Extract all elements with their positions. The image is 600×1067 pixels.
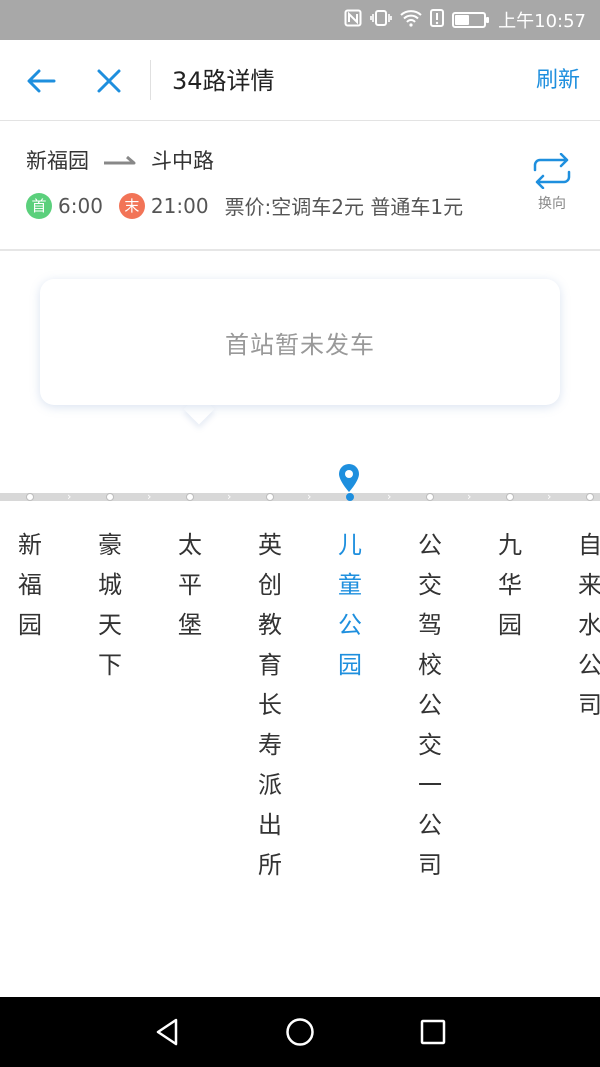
back-button[interactable] bbox=[22, 62, 60, 100]
bus-status-message: 首站暂未发车 bbox=[225, 330, 375, 359]
nfc-icon bbox=[344, 9, 362, 31]
battery-icon bbox=[452, 12, 490, 28]
direction-chevron-icon: › bbox=[147, 490, 152, 503]
stop-dot bbox=[186, 493, 194, 501]
wifi-icon bbox=[400, 9, 422, 31]
page-title: 34路详情 bbox=[172, 67, 275, 95]
route-origin: 新福园 bbox=[26, 149, 89, 173]
stop-dot bbox=[586, 493, 594, 501]
close-button[interactable] bbox=[90, 62, 128, 100]
system-back-button[interactable] bbox=[148, 1013, 186, 1051]
stop-dot bbox=[426, 493, 434, 501]
circle-home-icon bbox=[286, 1018, 314, 1046]
direction-chevron-icon: › bbox=[227, 490, 232, 503]
stop-dot bbox=[26, 493, 34, 501]
status-time: 上午10:57 bbox=[498, 11, 586, 32]
last-bus-badge: 末 bbox=[118, 192, 145, 219]
stop-name[interactable]: 公交驾校公交一公司 bbox=[415, 525, 445, 885]
route-destination: 斗中路 bbox=[151, 149, 214, 173]
vibrate-icon bbox=[370, 9, 392, 31]
stop-name[interactable]: 太平堡 bbox=[175, 525, 205, 645]
schedule-info: 首 6:00 末 21:00 票价:空调车2元 普通车1元 bbox=[26, 191, 463, 220]
direction-chevron-icon: › bbox=[387, 490, 392, 503]
close-icon bbox=[97, 69, 121, 93]
swap-direction-button[interactable]: 换向 bbox=[530, 153, 574, 213]
nav-divider bbox=[150, 60, 151, 100]
stop-name[interactable]: 英创教育长寿派出所 bbox=[255, 525, 285, 885]
first-bus-badge: 首 bbox=[26, 192, 52, 219]
direction-chevron-icon: › bbox=[67, 490, 72, 503]
route-direction: 新福园 斗中路 bbox=[26, 145, 214, 175]
stop-dot bbox=[346, 493, 354, 501]
alert-icon bbox=[430, 9, 445, 31]
status-icons: 上午10:57 bbox=[344, 0, 586, 40]
triangle-back-icon bbox=[156, 1018, 178, 1046]
first-bus-time: 6:00 bbox=[58, 193, 103, 218]
direction-chevron-icon: › bbox=[547, 490, 552, 503]
stop-dot bbox=[266, 493, 274, 501]
refresh-button[interactable]: 刷新 bbox=[536, 62, 580, 100]
stop-dot bbox=[506, 493, 514, 501]
direction-chevron-icon: › bbox=[467, 490, 472, 503]
swap-label: 换向 bbox=[538, 196, 566, 212]
route-map: 首站暂未发车 › › › › › › › 新福园 豪城天下 太平堡 英创教育长寿派出所 儿童公园 公交… bbox=[0, 252, 600, 997]
back-arrow-icon bbox=[27, 69, 56, 93]
bus-status-card: 首站暂未发车 bbox=[40, 279, 560, 405]
stop-name[interactable]: 新福园 bbox=[15, 525, 45, 645]
stop-dot bbox=[106, 493, 114, 501]
system-home-button[interactable] bbox=[281, 1013, 319, 1051]
stop-name[interactable]: 豪城天下 bbox=[95, 525, 125, 685]
system-recents-button[interactable] bbox=[414, 1013, 452, 1051]
arrow-right-icon bbox=[103, 154, 137, 166]
system-nav-bar bbox=[0, 997, 600, 1067]
stop-name[interactable]: 九华园 bbox=[495, 525, 525, 645]
swap-icon bbox=[533, 153, 571, 189]
status-bar: 上午10:57 bbox=[0, 0, 600, 40]
stop-name[interactable]: 自来水公司 bbox=[575, 525, 600, 725]
square-recents-icon bbox=[420, 1019, 446, 1045]
last-bus-time: 21:00 bbox=[150, 193, 209, 218]
route-info: 新福园 斗中路 首 6:00 末 21:00 票价:空调车2元 普通车1元 换向 bbox=[0, 121, 600, 251]
stop-name[interactable]: 儿童公园 bbox=[335, 525, 365, 685]
direction-chevron-icon: › bbox=[307, 490, 312, 503]
fare-info: 票价:空调车2元 普通车1元 bbox=[224, 195, 464, 219]
location-pin-icon bbox=[339, 464, 359, 492]
nav-bar: 34路详情 刷新 bbox=[0, 40, 600, 121]
